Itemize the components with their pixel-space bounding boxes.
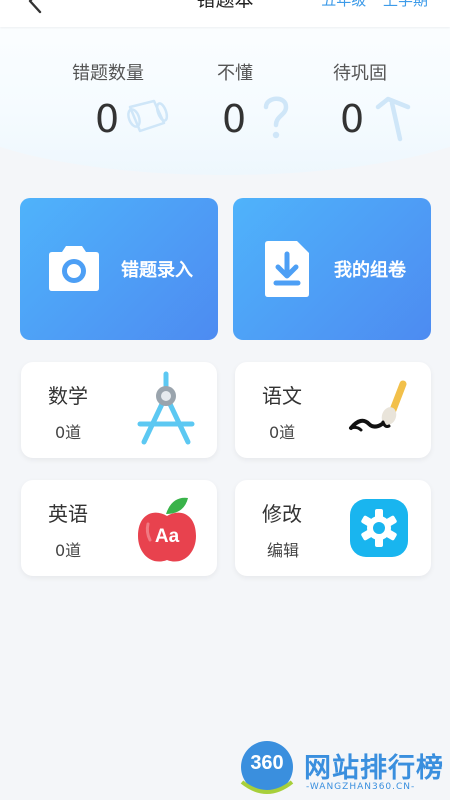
gear-icon — [350, 499, 408, 557]
subject-count: 0道 — [55, 423, 82, 442]
my-paper-button[interactable]: 我的组卷 — [233, 198, 431, 340]
apple-icon-text: Aa — [154, 526, 180, 547]
subject-card-math[interactable]: 数学 0道 — [21, 362, 217, 458]
subject-card-chinese[interactable]: 语文 0道 — [235, 362, 431, 458]
watermark-title: 网站排行榜 — [304, 753, 444, 784]
camera-icon — [49, 246, 99, 291]
stats-panel: 错题数量 0 不懂 0 待巩固 0 — [0, 55, 450, 165]
subject-name: 数学 — [48, 384, 88, 408]
top-bar: 错题本 五年级 上学期 — [0, 0, 450, 27]
brush-icon — [349, 380, 407, 432]
watermark-logo-text: 360 — [250, 752, 284, 774]
watermark: 360 网站排行榜 -WANGZHAN360.CN- — [236, 738, 450, 800]
edit-card[interactable]: 修改 编辑 — [235, 480, 431, 576]
stat-value: 0 — [95, 97, 120, 141]
stat-label: 待巩固 — [333, 63, 387, 84]
subject-count: 0道 — [269, 423, 296, 442]
record-mistake-button[interactable]: 错题录入 — [20, 198, 218, 340]
apple-icon: Aa — [136, 494, 198, 566]
hammer-icon — [375, 96, 411, 142]
grade-label[interactable]: 五年级 — [321, 0, 366, 9]
download-doc-icon — [265, 241, 309, 297]
stat-to-consolidate[interactable]: 待巩固 0 — [285, 55, 435, 155]
grade-term-selector[interactable]: 五年级 上学期 — [309, 0, 428, 13]
record-mistake-label: 错题录入 — [121, 260, 193, 281]
compass-icon — [137, 371, 195, 445]
stat-value: 0 — [340, 97, 365, 141]
edit-label: 编辑 — [267, 541, 300, 560]
watermark-subtitle: -WANGZHAN360.CN- — [306, 782, 416, 792]
my-paper-label: 我的组卷 — [334, 260, 406, 281]
term-label[interactable]: 上学期 — [383, 0, 428, 9]
subject-name: 语文 — [262, 384, 302, 408]
stat-value: 0 — [222, 97, 247, 141]
subject-count: 0道 — [55, 541, 82, 560]
subject-name: 英语 — [48, 502, 88, 526]
subject-card-english[interactable]: 英语 0道 Aa — [21, 480, 217, 576]
edit-title: 修改 — [262, 502, 302, 526]
mistake-book-page: 错题本 五年级 上学期 错题数量 0 不懂 0 待巩固 0 错题录入 我的组卷 … — [0, 0, 450, 800]
